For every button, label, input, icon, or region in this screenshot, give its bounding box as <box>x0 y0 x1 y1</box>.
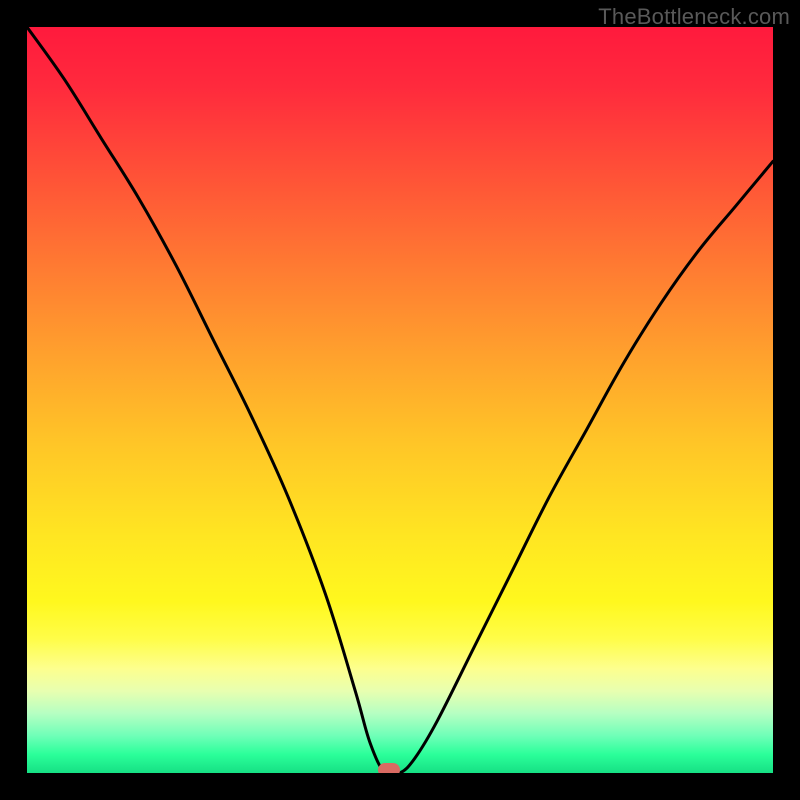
bottleneck-curve <box>27 27 773 773</box>
minimum-marker <box>378 763 400 773</box>
chart-plot-area <box>27 27 773 773</box>
watermark-text: TheBottleneck.com <box>598 4 790 30</box>
